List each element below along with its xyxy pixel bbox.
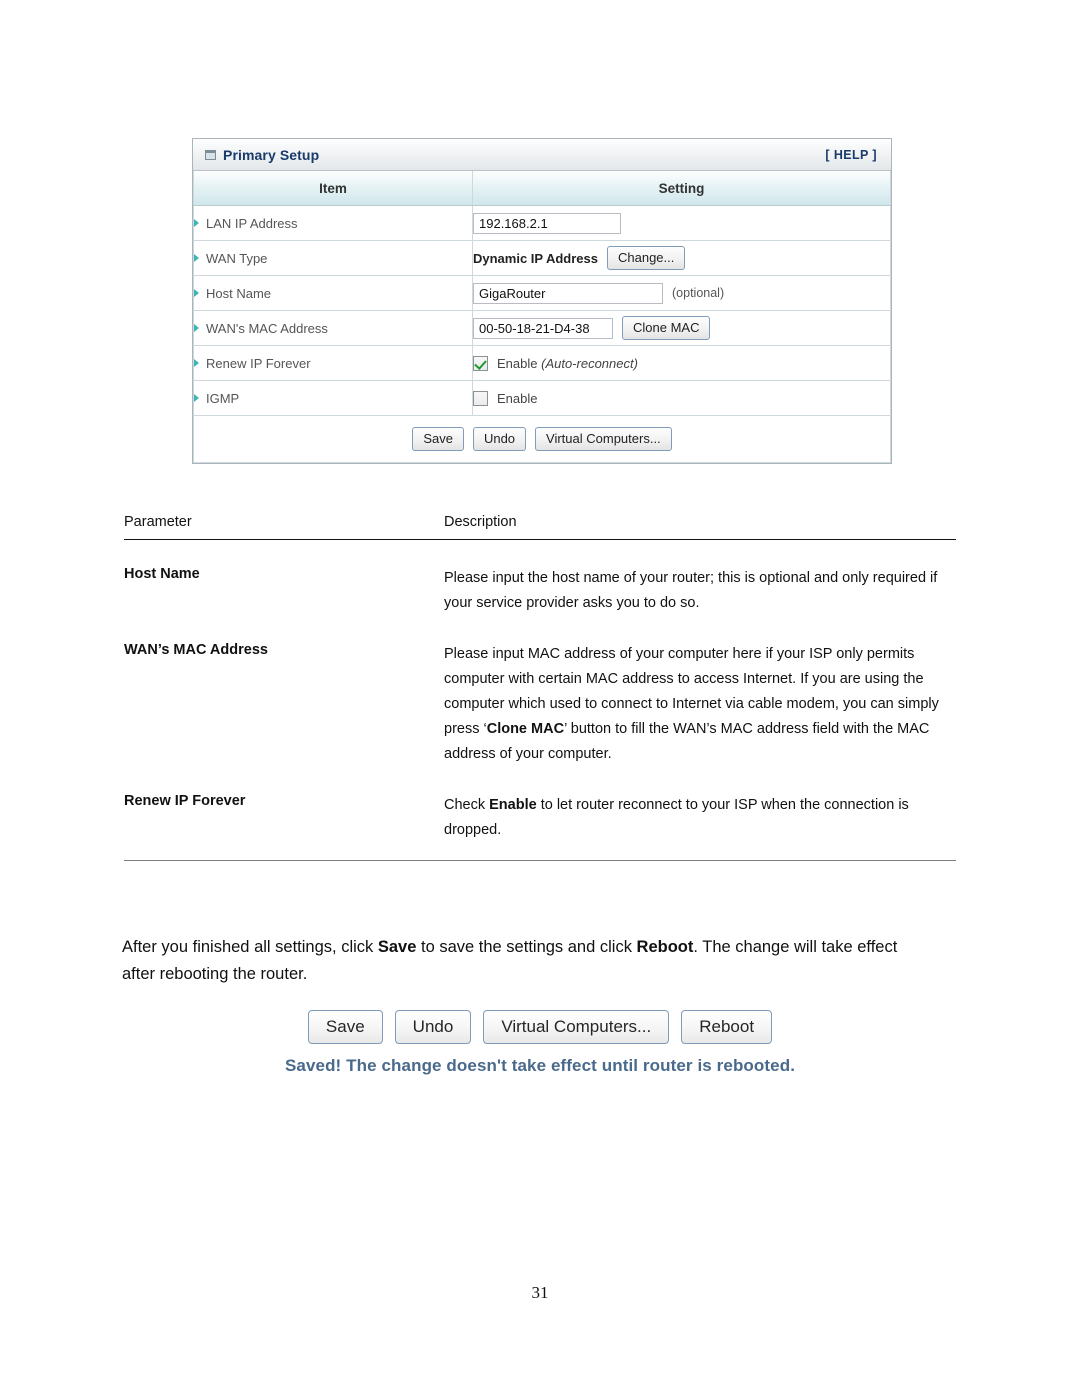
router-config-panel: Primary Setup [ HELP ] Item Setting LAN … xyxy=(192,138,892,464)
clone-mac-button[interactable]: Clone MAC xyxy=(622,316,711,340)
row-setting-wan-mac-address: Clone MAC xyxy=(472,310,891,346)
window-icon xyxy=(205,149,216,160)
table-header-row: Item Setting xyxy=(193,171,891,206)
row-label-host-name: Host Name xyxy=(193,275,473,311)
undo-button[interactable]: Undo xyxy=(394,1010,472,1044)
row-label-lan-ip-address: LAN IP Address xyxy=(193,205,473,241)
row-label-text: WAN's MAC Address xyxy=(206,320,328,336)
closing-paragraph: After you finished all settings, click S… xyxy=(122,938,898,984)
doc-parameter-label: Renew IP Forever xyxy=(124,792,246,809)
row-setting-igmp: Enable xyxy=(472,380,891,416)
row-setting-renew-ip-forever: Enable (Auto-reconnect) xyxy=(472,345,891,381)
panel-actions: Save Undo Virtual Computers... xyxy=(193,415,891,463)
doc-parameter-label: WAN’s MAC Address xyxy=(124,641,268,658)
igmp-checkbox[interactable] xyxy=(473,390,488,406)
bullet-arrow-icon xyxy=(194,393,199,402)
panel-undo-button[interactable]: Undo xyxy=(472,427,527,451)
panel-title-group: Primary Setup xyxy=(205,147,319,163)
table-row: IGMP Enable xyxy=(193,380,891,416)
wan-type-value: Dynamic IP Address xyxy=(473,250,598,266)
doc-row-renew-ip-forever: Renew IP Forever Check Enable to let rou… xyxy=(124,793,956,843)
bottom-buttons-row: Save Undo Virtual Computers... Reboot xyxy=(0,1010,1080,1044)
panel-titlebar: Primary Setup [ HELP ] xyxy=(193,139,891,171)
reboot-button[interactable]: Reboot xyxy=(681,1010,773,1044)
table-row: Renew IP Forever Enable (Auto-reconnect) xyxy=(193,345,891,381)
doc-header-rule xyxy=(124,539,956,540)
panel-title: Primary Setup xyxy=(223,146,320,163)
row-label-text: Renew IP Forever xyxy=(206,355,311,371)
settings-table: Item Setting LAN IP Address WAN Type Dyn… xyxy=(193,171,891,463)
panel-save-button[interactable]: Save xyxy=(412,427,464,451)
saved-status-message: Saved! The change doesn't take effect un… xyxy=(284,1056,796,1075)
table-row: LAN IP Address xyxy=(193,205,891,241)
doc-parameter-label: Host Name xyxy=(124,566,200,582)
row-label-text: LAN IP Address xyxy=(206,215,298,231)
row-label-text: WAN Type xyxy=(206,250,268,266)
virtual-computers-button[interactable]: Virtual Computers... xyxy=(483,1010,670,1044)
row-label-renew-ip-forever: Renew IP Forever xyxy=(193,345,473,381)
table-row: Host Name (optional) xyxy=(193,275,891,311)
column-header-setting: Setting xyxy=(472,171,891,206)
auto-reconnect-note: (Auto-reconnect) xyxy=(541,355,638,371)
table-row: WAN Type Dynamic IP Address Change... xyxy=(193,240,891,276)
column-header-item: Item xyxy=(193,171,473,206)
doc-table-header: Parameter Description xyxy=(124,514,956,539)
row-setting-lan-ip-address xyxy=(472,205,891,241)
doc-footer-rule xyxy=(124,860,956,862)
host-name-optional-note: (optional) xyxy=(672,286,725,300)
save-button[interactable]: Save xyxy=(307,1010,383,1044)
row-label-text: Host Name xyxy=(206,285,272,301)
help-link[interactable]: [ HELP ] xyxy=(825,148,877,162)
change-wan-type-button[interactable]: Change... xyxy=(607,246,686,270)
bullet-arrow-icon xyxy=(194,323,199,332)
enable-text: Enable xyxy=(497,355,538,371)
panel-virtual-computers-button[interactable]: Virtual Computers... xyxy=(535,427,672,451)
doc-description-text: Please input MAC address of your compute… xyxy=(444,645,939,762)
row-setting-wan-type: Dynamic IP Address Change... xyxy=(472,240,891,276)
doc-header-description: Description xyxy=(444,514,517,530)
renew-ip-forever-checkbox[interactable] xyxy=(473,355,488,371)
parameter-description-table: Parameter Description Host Name Please i… xyxy=(124,514,956,862)
host-name-input[interactable] xyxy=(473,282,663,304)
doc-description-text: Check Enable to let router reconnect to … xyxy=(444,796,909,838)
doc-description-text: Please input the host name of your route… xyxy=(444,570,938,611)
doc-header-parameter: Parameter xyxy=(124,514,192,530)
renew-ip-forever-label: Enable (Auto-reconnect) xyxy=(497,356,638,371)
row-label-wan-mac-address: WAN's MAC Address xyxy=(193,310,473,346)
lan-ip-address-input[interactable] xyxy=(473,212,621,234)
bottom-button-strip: Save Undo Virtual Computers... Reboot Sa… xyxy=(0,1010,1080,1076)
bullet-arrow-icon xyxy=(194,288,199,297)
igmp-label: Enable xyxy=(497,390,538,406)
row-label-text: IGMP xyxy=(206,390,240,406)
row-label-igmp: IGMP xyxy=(193,380,473,416)
page-number: 31 xyxy=(531,1283,549,1302)
doc-row-host-name: Host Name Please input the host name of … xyxy=(124,566,956,616)
bullet-arrow-icon xyxy=(194,358,199,367)
table-row: WAN's MAC Address Clone MAC xyxy=(193,310,891,346)
bullet-arrow-icon xyxy=(194,218,199,227)
wan-mac-address-input[interactable] xyxy=(473,317,613,339)
row-setting-host-name: (optional) xyxy=(472,275,891,311)
doc-row-wan-mac-address: WAN’s MAC Address Please input MAC addre… xyxy=(124,642,956,767)
row-label-wan-type: WAN Type xyxy=(193,240,473,276)
table-actions-row: Save Undo Virtual Computers... xyxy=(193,415,891,463)
bullet-arrow-icon xyxy=(194,253,199,262)
